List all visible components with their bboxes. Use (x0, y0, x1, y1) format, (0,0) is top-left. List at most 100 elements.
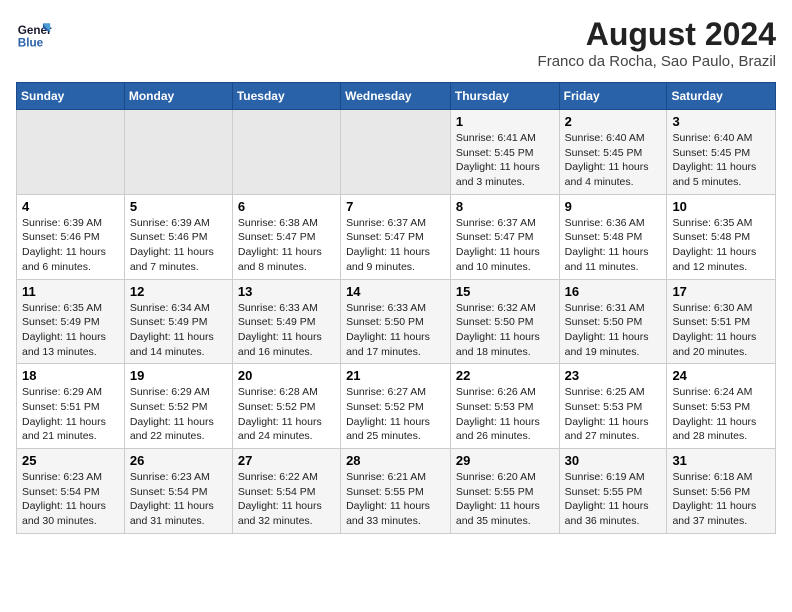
day-number: 29 (456, 453, 554, 468)
week-row-1: 4 Sunrise: 6:39 AM Sunset: 5:46 PM Daylig… (17, 194, 776, 279)
day-info: Sunrise: 6:36 AM Sunset: 5:48 PM Dayligh… (565, 216, 662, 275)
logo: General Blue General Blue (16, 16, 52, 52)
day-number: 24 (672, 368, 770, 383)
header-friday: Friday (559, 83, 667, 110)
week-row-0: 1Sunrise: 6:41 AM Sunset: 5:45 PM Daylig… (17, 110, 776, 195)
week-row-4: 25Sunrise: 6:23 AM Sunset: 5:54 PM Dayli… (17, 449, 776, 534)
day-number: 18 (22, 368, 119, 383)
day-info: Sunrise: 6:31 AM Sunset: 5:50 PM Dayligh… (565, 301, 662, 360)
header-thursday: Thursday (450, 83, 559, 110)
day-number: 27 (238, 453, 335, 468)
day-cell (341, 110, 451, 195)
day-cell (17, 110, 125, 195)
day-number: 9 (565, 199, 662, 214)
day-cell: 3 Sunrise: 6:40 AM Sunset: 5:45 PM Daylig… (667, 110, 776, 195)
header-wednesday: Wednesday (341, 83, 451, 110)
title-area: August 2024 Franco da Rocha, Sao Paulo, … (538, 16, 776, 70)
day-cell: 21Sunrise: 6:27 AM Sunset: 5:52 PM Dayli… (341, 364, 451, 449)
logo-icon: General Blue (16, 16, 52, 52)
day-cell: 27 Sunrise: 6:22 AM Sunset: 5:54 PM Dayli… (232, 449, 340, 534)
header-row: SundayMondayTuesdayWednesdayThursdayFrid… (17, 83, 776, 110)
day-cell: 14 Sunrise: 6:33 AM Sunset: 5:50 PM Dayli… (341, 279, 451, 364)
day-number: 11 (22, 284, 119, 299)
day-number: 17 (672, 284, 770, 299)
day-info: Sunrise: 6:38 AM Sunset: 5:47 PM Dayligh… (238, 216, 335, 275)
day-cell: 29 Sunrise: 6:20 AM Sunset: 5:55 PM Dayli… (450, 449, 559, 534)
day-number: 15 (456, 284, 554, 299)
day-number: 7 (346, 199, 445, 214)
day-info: Sunrise: 6:40 AM Sunset: 5:45 PM Dayligh… (672, 131, 770, 190)
day-info: Sunrise: 6:19 AM Sunset: 5:55 PM Dayligh… (565, 470, 662, 529)
day-number: 26 (130, 453, 227, 468)
day-info: Sunrise: 6:39 AM Sunset: 5:46 PM Dayligh… (130, 216, 227, 275)
page-header: General Blue General Blue August 2024 Fr… (16, 16, 776, 70)
day-info: Sunrise: 6:39 AM Sunset: 5:46 PM Dayligh… (22, 216, 119, 275)
day-cell: 1Sunrise: 6:41 AM Sunset: 5:45 PM Daylig… (450, 110, 559, 195)
day-info: Sunrise: 6:33 AM Sunset: 5:50 PM Dayligh… (346, 301, 445, 360)
day-number: 19 (130, 368, 227, 383)
day-cell: 10 Sunrise: 6:35 AM Sunset: 5:48 PM Dayli… (667, 194, 776, 279)
day-cell: 30Sunrise: 6:19 AM Sunset: 5:55 PM Dayli… (559, 449, 667, 534)
calendar-header: SundayMondayTuesdayWednesdayThursdayFrid… (17, 83, 776, 110)
calendar-table: SundayMondayTuesdayWednesdayThursdayFrid… (16, 82, 776, 534)
day-number: 28 (346, 453, 445, 468)
day-number: 23 (565, 368, 662, 383)
day-cell: 12Sunrise: 6:34 AM Sunset: 5:49 PM Dayli… (124, 279, 232, 364)
day-number: 21 (346, 368, 445, 383)
day-info: Sunrise: 6:29 AM Sunset: 5:52 PM Dayligh… (130, 385, 227, 444)
day-number: 13 (238, 284, 335, 299)
day-cell: 25Sunrise: 6:23 AM Sunset: 5:54 PM Dayli… (17, 449, 125, 534)
day-cell: 6Sunrise: 6:38 AM Sunset: 5:47 PM Daylig… (232, 194, 340, 279)
day-info: Sunrise: 6:20 AM Sunset: 5:55 PM Dayligh… (456, 470, 554, 529)
day-info: Sunrise: 6:37 AM Sunset: 5:47 PM Dayligh… (456, 216, 554, 275)
day-cell (124, 110, 232, 195)
day-cell: 2 Sunrise: 6:40 AM Sunset: 5:45 PM Daylig… (559, 110, 667, 195)
day-number: 31 (672, 453, 770, 468)
day-info: Sunrise: 6:32 AM Sunset: 5:50 PM Dayligh… (456, 301, 554, 360)
day-info: Sunrise: 6:35 AM Sunset: 5:49 PM Dayligh… (22, 301, 119, 360)
day-info: Sunrise: 6:40 AM Sunset: 5:45 PM Dayligh… (565, 131, 662, 190)
day-info: Sunrise: 6:33 AM Sunset: 5:49 PM Dayligh… (238, 301, 335, 360)
day-cell: 5 Sunrise: 6:39 AM Sunset: 5:46 PM Daylig… (124, 194, 232, 279)
week-row-2: 11 Sunrise: 6:35 AM Sunset: 5:49 PM Dayli… (17, 279, 776, 364)
header-sunday: Sunday (17, 83, 125, 110)
day-number: 1 (456, 114, 554, 129)
day-info: Sunrise: 6:29 AM Sunset: 5:51 PM Dayligh… (22, 385, 119, 444)
day-number: 10 (672, 199, 770, 214)
day-cell: 9 Sunrise: 6:36 AM Sunset: 5:48 PM Daylig… (559, 194, 667, 279)
day-info: Sunrise: 6:37 AM Sunset: 5:47 PM Dayligh… (346, 216, 445, 275)
day-number: 20 (238, 368, 335, 383)
day-cell: 15 Sunrise: 6:32 AM Sunset: 5:50 PM Dayli… (450, 279, 559, 364)
day-info: Sunrise: 6:23 AM Sunset: 5:54 PM Dayligh… (130, 470, 227, 529)
day-number: 14 (346, 284, 445, 299)
day-cell: 13 Sunrise: 6:33 AM Sunset: 5:49 PM Dayli… (232, 279, 340, 364)
header-tuesday: Tuesday (232, 83, 340, 110)
day-cell: 17 Sunrise: 6:30 AM Sunset: 5:51 PM Dayli… (667, 279, 776, 364)
day-cell: 18 Sunrise: 6:29 AM Sunset: 5:51 PM Dayli… (17, 364, 125, 449)
day-info: Sunrise: 6:26 AM Sunset: 5:53 PM Dayligh… (456, 385, 554, 444)
day-info: Sunrise: 6:18 AM Sunset: 5:56 PM Dayligh… (672, 470, 770, 529)
day-number: 4 (22, 199, 119, 214)
day-cell: 19 Sunrise: 6:29 AM Sunset: 5:52 PM Dayli… (124, 364, 232, 449)
day-cell: 23Sunrise: 6:25 AM Sunset: 5:53 PM Dayli… (559, 364, 667, 449)
day-cell: 7 Sunrise: 6:37 AM Sunset: 5:47 PM Daylig… (341, 194, 451, 279)
week-row-3: 18 Sunrise: 6:29 AM Sunset: 5:51 PM Dayli… (17, 364, 776, 449)
day-info: Sunrise: 6:30 AM Sunset: 5:51 PM Dayligh… (672, 301, 770, 360)
day-info: Sunrise: 6:21 AM Sunset: 5:55 PM Dayligh… (346, 470, 445, 529)
day-number: 12 (130, 284, 227, 299)
day-cell: 31 Sunrise: 6:18 AM Sunset: 5:56 PM Dayli… (667, 449, 776, 534)
day-number: 2 (565, 114, 662, 129)
sub-title: Franco da Rocha, Sao Paulo, Brazil (538, 53, 776, 70)
day-number: 5 (130, 199, 227, 214)
day-number: 3 (672, 114, 770, 129)
day-info: Sunrise: 6:35 AM Sunset: 5:48 PM Dayligh… (672, 216, 770, 275)
day-cell: 20Sunrise: 6:28 AM Sunset: 5:52 PM Dayli… (232, 364, 340, 449)
day-info: Sunrise: 6:24 AM Sunset: 5:53 PM Dayligh… (672, 385, 770, 444)
day-cell: 11 Sunrise: 6:35 AM Sunset: 5:49 PM Dayli… (17, 279, 125, 364)
day-cell: 8Sunrise: 6:37 AM Sunset: 5:47 PM Daylig… (450, 194, 559, 279)
day-cell: 28 Sunrise: 6:21 AM Sunset: 5:55 PM Dayli… (341, 449, 451, 534)
day-cell: 4 Sunrise: 6:39 AM Sunset: 5:46 PM Daylig… (17, 194, 125, 279)
main-title: August 2024 (538, 16, 776, 53)
day-number: 16 (565, 284, 662, 299)
day-info: Sunrise: 6:22 AM Sunset: 5:54 PM Dayligh… (238, 470, 335, 529)
